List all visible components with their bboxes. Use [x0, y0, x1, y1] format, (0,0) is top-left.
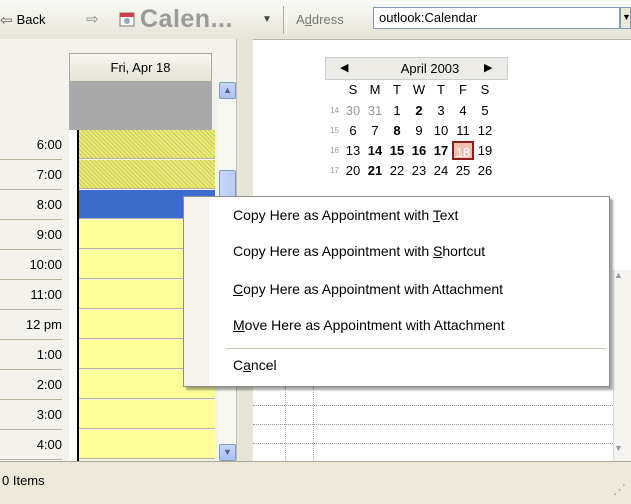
calendar-day[interactable]: 5 [474, 101, 496, 120]
time-label: 9:00 [0, 220, 62, 250]
toolbar-separator [283, 6, 287, 34]
week-row: 16 13 14 15 16 17 18 19 [329, 141, 496, 160]
prev-month-icon[interactable]: ◀ [340, 61, 348, 74]
calendar-day[interactable]: 22 [386, 161, 408, 180]
time-label: 1:00 [0, 340, 62, 370]
calendar-day[interactable]: 4 [452, 101, 474, 120]
calendar-day[interactable]: 21 [364, 161, 386, 180]
free-busy-bar [69, 130, 79, 461]
month-title: April 2003 [400, 61, 460, 76]
menu-item[interactable]: Cancel [233, 355, 277, 375]
menu-item[interactable]: Move Here as Appointment with Attachment [233, 315, 505, 335]
time-slot[interactable] [79, 130, 215, 159]
week-number: 17 [330, 166, 339, 175]
time-labels: 6:00 7:00 8:00 9:00 10:00 11:00 12 pm 1:00 2:00 3… [0, 130, 68, 461]
drag-context-menu: Copy Here as Appointment with Text Copy H… [183, 196, 610, 387]
week-number: 14 [330, 106, 339, 115]
time-label: 11:00 [0, 280, 62, 310]
back-label: Back [16, 12, 46, 27]
time-label: 7:00 [0, 160, 62, 190]
weekday-header-row: SMTWTFS [329, 80, 496, 99]
menu-item[interactable]: Copy Here as Appointment with Attachment [233, 279, 503, 299]
calendar-day[interactable]: 8 [386, 121, 408, 140]
task-pad-column-line [313, 387, 314, 461]
weekday-header: W [412, 82, 426, 97]
time-slot[interactable] [79, 160, 215, 189]
back-button[interactable]: ⇦ Back [0, 0, 45, 39]
time-slot[interactable] [79, 400, 215, 429]
calendar-day[interactable]: 23 [408, 161, 430, 180]
time-slot[interactable] [79, 430, 215, 459]
calendar-day[interactable]: 13 [342, 141, 364, 160]
weekday-header: T [393, 82, 401, 97]
menu-item[interactable]: Copy Here as Appointment with Shortcut [233, 241, 485, 261]
back-arrow-icon: ⇦ [0, 11, 13, 29]
calendar-day[interactable]: 12 [474, 121, 496, 140]
scroll-down-icon[interactable]: ▼ [614, 443, 623, 453]
calendar-day[interactable]: 18 [452, 141, 474, 160]
weekday-header: S [480, 82, 490, 97]
time-label: 3:00 [0, 400, 62, 430]
calendar-day[interactable]: 26 [474, 161, 496, 180]
calendar-day[interactable]: 25 [452, 161, 474, 180]
calendar-day[interactable]: 19 [474, 141, 496, 160]
address-dropdown[interactable]: ▼ [620, 7, 631, 29]
status-bar [0, 461, 631, 504]
scroll-up-icon[interactable]: ▲ [219, 82, 236, 99]
calendar-day[interactable]: 15 [386, 141, 408, 160]
address-input[interactable]: outlook:Calendar [373, 7, 620, 29]
time-label: 2:00 [0, 370, 62, 400]
forward-arrow-icon[interactable]: ⇨ [86, 10, 99, 28]
calendar-day[interactable]: 2 [408, 101, 430, 120]
address-label: Address [296, 12, 344, 27]
menu-item[interactable]: Copy Here as Appointment with Text [233, 205, 458, 225]
calendar-day[interactable]: 7 [364, 121, 386, 140]
menu-separator [226, 348, 606, 349]
task-pad-row[interactable] [253, 443, 613, 444]
menu-icon-strip [184, 197, 209, 386]
calendar-day[interactable]: 17 [430, 141, 452, 160]
calendar-day[interactable]: 14 [364, 141, 386, 160]
scroll-up-icon[interactable]: ▲ [614, 270, 623, 280]
chevron-down-icon[interactable]: ▼ [262, 14, 272, 25]
scroll-down-icon[interactable]: ▼ [219, 444, 236, 461]
calendar-day[interactable]: 6 [342, 121, 364, 140]
calendar-day[interactable]: 9 [408, 121, 430, 140]
weekday-header: M [369, 82, 381, 97]
time-label: 12 pm [0, 310, 62, 340]
calendar-icon [119, 12, 135, 27]
calendar-day[interactable]: 16 [408, 141, 430, 160]
chevron-down-icon: ▼ [622, 12, 631, 22]
item-count: 0 Items [2, 473, 45, 488]
weekday-header: F [459, 82, 467, 97]
resize-grip-icon[interactable]: ⋰ [613, 482, 626, 498]
calendar-day[interactable]: 10 [430, 121, 452, 140]
calendar-day[interactable]: 3 [430, 101, 452, 120]
time-label: 8:00 [0, 190, 62, 220]
weekday-header: S [348, 82, 358, 97]
date-header[interactable]: Fri, Apr 18 [69, 53, 212, 82]
week-row: 14 30 31 1 2 3 4 5 [329, 101, 496, 120]
time-label: 10:00 [0, 250, 62, 280]
calendar-day[interactable]: 31 [364, 101, 386, 120]
week-number: 15 [330, 126, 339, 135]
time-label: 4:00 [0, 430, 62, 460]
week-row: 17 20 21 22 23 24 25 26 [329, 161, 496, 180]
task-pad-column-line [285, 387, 286, 461]
time-label: 6:00 [0, 130, 62, 160]
folder-title[interactable]: Calen... [140, 0, 233, 39]
task-pad-row[interactable] [253, 405, 613, 406]
task-vertical-scrollbar[interactable] [613, 270, 631, 461]
weekday-header: T [437, 82, 445, 97]
week-row: 15 6 7 8 9 10 11 12 [329, 121, 496, 140]
calendar-day[interactable]: 1 [386, 101, 408, 120]
task-pad-row[interactable] [253, 424, 613, 425]
calendar-day[interactable]: 11 [452, 121, 474, 140]
all-day-area[interactable] [69, 82, 212, 130]
week-number: 16 [330, 146, 339, 155]
calendar-day[interactable]: 20 [342, 161, 364, 180]
calendar-day[interactable]: 24 [430, 161, 452, 180]
calendar-day[interactable]: 30 [342, 101, 364, 120]
next-month-icon[interactable]: ▶ [484, 61, 492, 74]
